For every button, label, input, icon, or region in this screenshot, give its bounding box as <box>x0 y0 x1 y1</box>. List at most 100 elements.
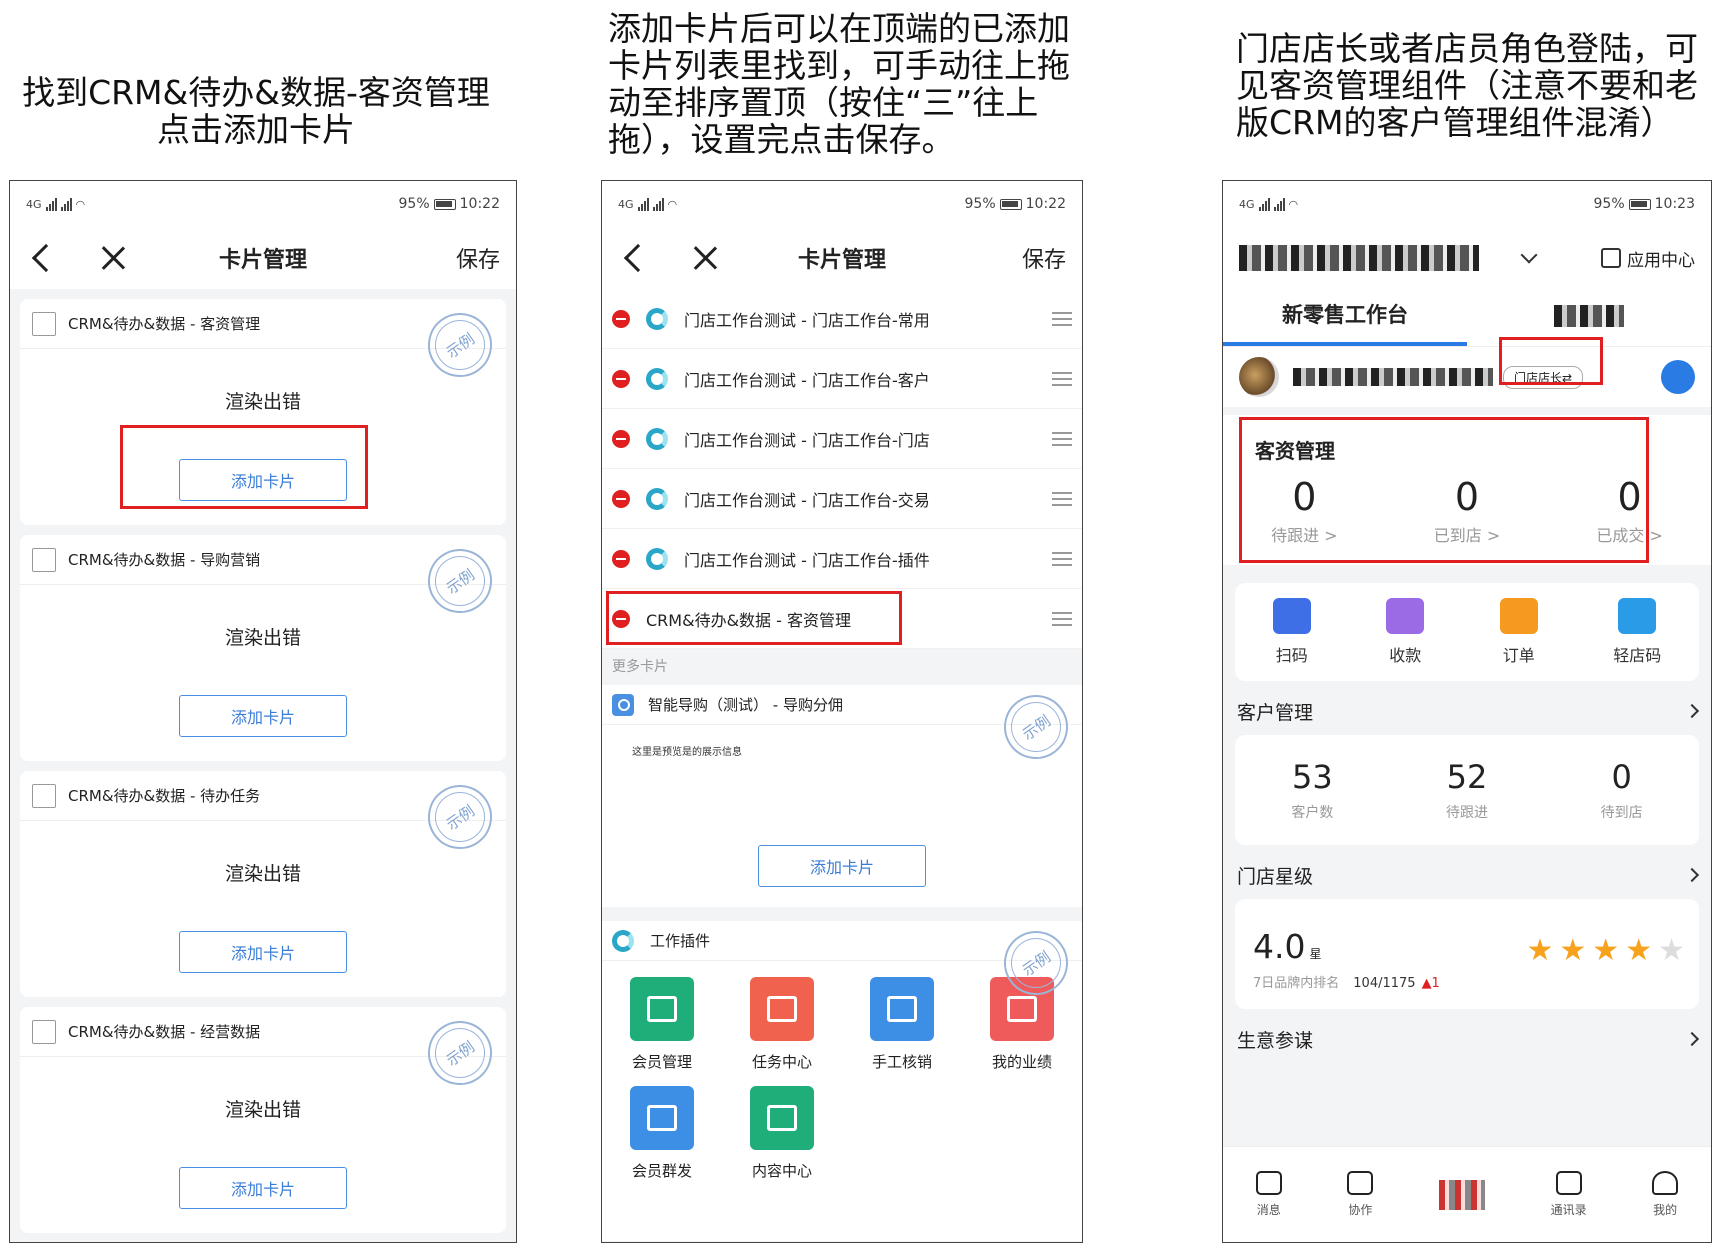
work-plugins-card: 工作插件 示例 会员管理 任务中心 手工核销 我的业绩 会员群发 内容中心 <box>602 918 1082 1241</box>
app-center-button[interactable]: 应用中心 <box>1601 246 1695 271</box>
user-icon <box>1652 1171 1679 1195</box>
remove-icon[interactable] <box>612 369 630 388</box>
customer-stats: 53 客户数 52 待跟进 0 待到店 <box>1235 735 1699 845</box>
clock: 10:22 <box>459 196 500 212</box>
drag-handle-icon[interactable] <box>1052 611 1072 626</box>
added-card-row[interactable]: 门店工作台测试 - 门店工作台-常用 <box>602 289 1082 349</box>
bookmark-icon <box>1499 598 1538 634</box>
tool-scan[interactable]: 扫码 <box>1272 598 1311 666</box>
tab-messages[interactable]: 消息 <box>1255 1171 1282 1218</box>
added-card-row[interactable]: 门店工作台测试 - 门店工作台-交易 <box>602 469 1082 529</box>
guide-app-icon <box>612 693 634 716</box>
add-card-button[interactable]: 添加卡片 <box>179 931 347 973</box>
save-button[interactable]: 保存 <box>1022 242 1066 274</box>
star-icon: ★ <box>1526 933 1554 968</box>
added-card-row[interactable]: CRM&待办&数据 - 客资管理 <box>602 589 1082 649</box>
battery-level: 95% <box>1593 196 1625 212</box>
blurred-store-name[interactable] <box>1239 245 1479 271</box>
plugin-manual-writeoff[interactable]: 手工核销 <box>842 977 962 1072</box>
page-title: 卡片管理 <box>797 248 886 273</box>
card-checkbox[interactable] <box>32 547 56 572</box>
more-cards-label: 更多卡片 <box>602 649 1082 685</box>
add-card-button[interactable]: 添加卡片 <box>758 845 926 887</box>
clock: 10:22 <box>1025 196 1066 212</box>
save-button[interactable]: 保存 <box>456 242 500 274</box>
card-name: CRM&待办&数据 - 待办任务 <box>68 787 261 805</box>
drag-handle-icon[interactable] <box>1052 371 1072 386</box>
nav-bar: 卡片管理 保存 <box>10 227 516 289</box>
chevron-right-icon <box>1684 1031 1700 1047</box>
plugin-member-management[interactable]: 会员管理 <box>602 977 722 1072</box>
star-icon: ★ <box>1592 933 1620 968</box>
added-card-row[interactable]: 门店工作台测试 - 门店工作台-客户 <box>602 349 1082 409</box>
store-rating-header[interactable]: 门店星级 <box>1223 851 1711 899</box>
tool-order[interactable]: 订单 <box>1499 598 1538 666</box>
drag-handle-icon[interactable] <box>1052 491 1072 506</box>
drag-handle-icon[interactable] <box>1052 311 1072 326</box>
remove-icon[interactable] <box>612 309 630 328</box>
added-card-row[interactable]: 门店工作台测试 - 门店工作台-门店 <box>602 409 1082 469</box>
card-checkbox[interactable] <box>32 783 56 808</box>
back-arrow-icon[interactable] <box>623 243 653 273</box>
tab-me[interactable]: 我的 <box>1652 1171 1679 1218</box>
remove-icon[interactable] <box>612 429 630 448</box>
store-rating-card: 4.0 星 7日品牌内排名 104/1175 ▲1 ★ ★ ★ ★ ★ <box>1235 899 1699 1009</box>
tab-new-retail[interactable]: 新零售工作台 <box>1223 289 1467 346</box>
user-row: 门店店长⇄ <box>1223 337 1711 407</box>
card-name: CRM&待办&数据 - 导购营销 <box>68 551 261 569</box>
drag-handle-icon[interactable] <box>1052 551 1072 566</box>
highlight-box <box>1499 337 1603 385</box>
status-bar: 4G ◠ 95% 10:22 <box>602 181 1082 227</box>
lead-management-card[interactable]: 客资管理 0 待跟进 > 0 已到店 > 0 已成交 > <box>1223 415 1711 565</box>
tab-contacts[interactable]: 通讯录 <box>1551 1171 1587 1218</box>
card-checkbox[interactable] <box>32 311 56 336</box>
tool-collect[interactable]: 收款 <box>1386 598 1425 666</box>
card-checkbox[interactable] <box>32 1019 56 1044</box>
tool-shop-code[interactable]: 轻店码 <box>1613 598 1661 666</box>
render-error-text: 渲染出错 <box>224 1099 301 1121</box>
added-card-row[interactable]: 门店工作台测试 - 门店工作台-插件 <box>602 529 1082 589</box>
remove-icon[interactable] <box>612 489 630 508</box>
stat-customers[interactable]: 53 客户数 <box>1291 758 1333 822</box>
chevron-right-icon <box>1684 867 1700 883</box>
card-app-icon <box>646 367 668 390</box>
close-icon[interactable] <box>100 245 126 271</box>
highlight-box <box>120 425 368 509</box>
business-advisor-header[interactable]: 生意参谋 <box>1223 1015 1711 1063</box>
stat-to-arrive[interactable]: 0 待到店 <box>1601 758 1643 822</box>
render-error-text: 渲染出错 <box>224 391 301 413</box>
customer-management-header[interactable]: 客户管理 <box>1223 687 1711 735</box>
chevron-down-icon[interactable] <box>1520 246 1538 264</box>
stat-follow-up[interactable]: 52 待跟进 <box>1446 758 1488 822</box>
highlight-box <box>606 591 902 645</box>
avatar[interactable] <box>1239 357 1279 397</box>
step2-caption: 添加卡片后可以在顶端的已添加卡片列表里找到，可手动往上拖动至排序置顶（按住“三”… <box>608 9 1070 159</box>
plugin-member-broadcast[interactable]: 会员群发 <box>602 1086 722 1181</box>
tab-collaboration[interactable]: 协作 <box>1347 1171 1374 1218</box>
plugin-task-center[interactable]: 任务中心 <box>722 977 842 1072</box>
battery-level: 95% <box>964 196 996 212</box>
service-icon[interactable] <box>1661 360 1695 394</box>
battery-level: 95% <box>398 196 430 212</box>
step1-caption: 找到CRM&待办&数据-客资管理 点击添加卡片 <box>16 74 496 148</box>
add-card-button[interactable]: 添加卡片 <box>179 695 347 737</box>
card-item: CRM&待办&数据 - 导购营销 示例 渲染出错 添加卡片 <box>20 535 506 761</box>
workbench-tabs: 新零售工作台 <box>1223 289 1711 347</box>
page-title: 卡片管理 <box>218 248 307 273</box>
nav-bar: 卡片管理 保存 <box>602 227 1082 289</box>
star-icon: ★ <box>1625 933 1653 968</box>
store-header: 应用中心 <box>1223 227 1711 289</box>
back-arrow-icon[interactable] <box>31 243 61 273</box>
drag-handle-icon[interactable] <box>1052 431 1072 446</box>
chevron-right-icon <box>1684 703 1700 719</box>
highlight-box <box>1239 417 1649 563</box>
plugin-content-center[interactable]: 内容中心 <box>722 1086 842 1181</box>
blurred-user-name <box>1293 368 1493 386</box>
checklist-icon <box>870 977 934 1041</box>
card-name: CRM&待办&数据 - 客资管理 <box>68 315 261 333</box>
task-list-icon <box>750 977 814 1041</box>
close-icon[interactable] <box>692 245 718 271</box>
tab-workbench[interactable] <box>1438 1179 1485 1210</box>
remove-icon[interactable] <box>612 549 630 568</box>
add-card-button[interactable]: 添加卡片 <box>179 1167 347 1209</box>
